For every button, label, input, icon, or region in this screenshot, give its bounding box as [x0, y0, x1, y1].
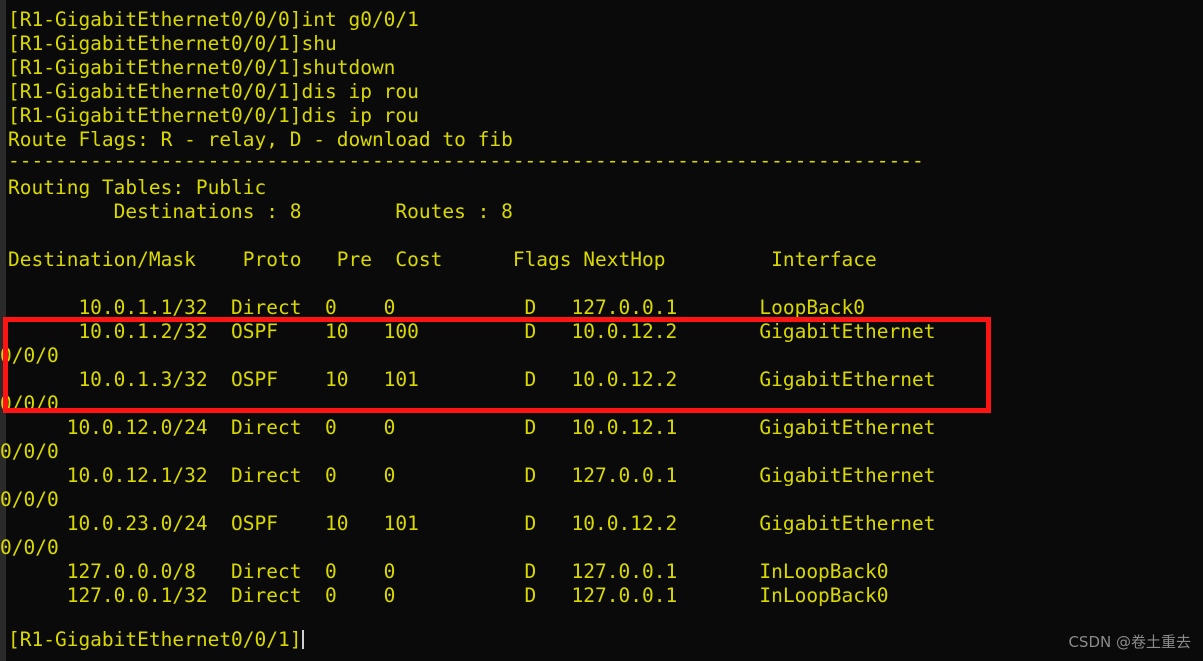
- console-line-command-4: [R1-GigabitEthernet0/0/1]dis ip rou: [8, 80, 419, 103]
- terminal-window[interactable]: [R1-GigabitEthernet0/0/0]int g0/0/1 [R1-…: [0, 0, 1203, 661]
- table-row-continuation: 0/0/0: [0, 344, 59, 367]
- prompt-text: [R1-GigabitEthernet0/0/1]: [8, 628, 302, 651]
- console-line-command-5: [R1-GigabitEthernet0/0/1]dis ip rou: [8, 104, 419, 127]
- table-row: 10.0.12.0/24 Direct 0 0 D 10.0.12.1 Giga…: [8, 416, 936, 439]
- table-row-continuation: 0/0/0: [0, 488, 59, 511]
- table-row-continuation: 0/0/0: [0, 440, 59, 463]
- table-column-header: Destination/Mask Proto Pre Cost Flags Ne…: [8, 248, 877, 271]
- table-row: 10.0.1.2/32 OSPF 10 100 D 10.0.12.2 Giga…: [8, 320, 936, 343]
- table-row: 10.0.23.0/24 OSPF 10 101 D 10.0.12.2 Gig…: [8, 512, 936, 535]
- table-row: 10.0.12.1/32 Direct 0 0 D 127.0.0.1 Giga…: [8, 464, 936, 487]
- console-line-command-1: [R1-GigabitEthernet0/0/0]int g0/0/1: [8, 8, 419, 31]
- terminal-screen[interactable]: [R1-GigabitEthernet0/0/0]int g0/0/1 [R1-…: [0, 0, 1203, 661]
- console-line-command-3: [R1-GigabitEthernet0/0/1]shutdown: [8, 56, 396, 79]
- separator-line: ----------------------------------------…: [8, 149, 924, 172]
- table-row-continuation: 0/0/0: [0, 392, 59, 415]
- routing-summary-line: Destinations : 8 Routes : 8: [8, 200, 513, 223]
- console-line-command-2: [R1-GigabitEthernet0/0/1]shu: [8, 32, 337, 55]
- csdn-watermark: CSDN @卷土重去: [1068, 633, 1191, 651]
- table-row-continuation: 0/0/0: [0, 536, 59, 559]
- table-row: 10.0.1.3/32 OSPF 10 101 D 10.0.12.2 Giga…: [8, 368, 936, 391]
- text-cursor: [301, 630, 304, 649]
- routing-tables-title: Routing Tables: Public: [8, 176, 267, 199]
- table-row: 127.0.0.1/32 Direct 0 0 D 127.0.0.1 InLo…: [8, 584, 889, 607]
- prompt-line[interactable]: [R1-GigabitEthernet0/0/1]: [8, 628, 304, 652]
- table-row: 10.0.1.1/32 Direct 0 0 D 127.0.0.1 LoopB…: [8, 296, 866, 319]
- table-row: 127.0.0.0/8 Direct 0 0 D 127.0.0.1 InLoo…: [8, 560, 889, 583]
